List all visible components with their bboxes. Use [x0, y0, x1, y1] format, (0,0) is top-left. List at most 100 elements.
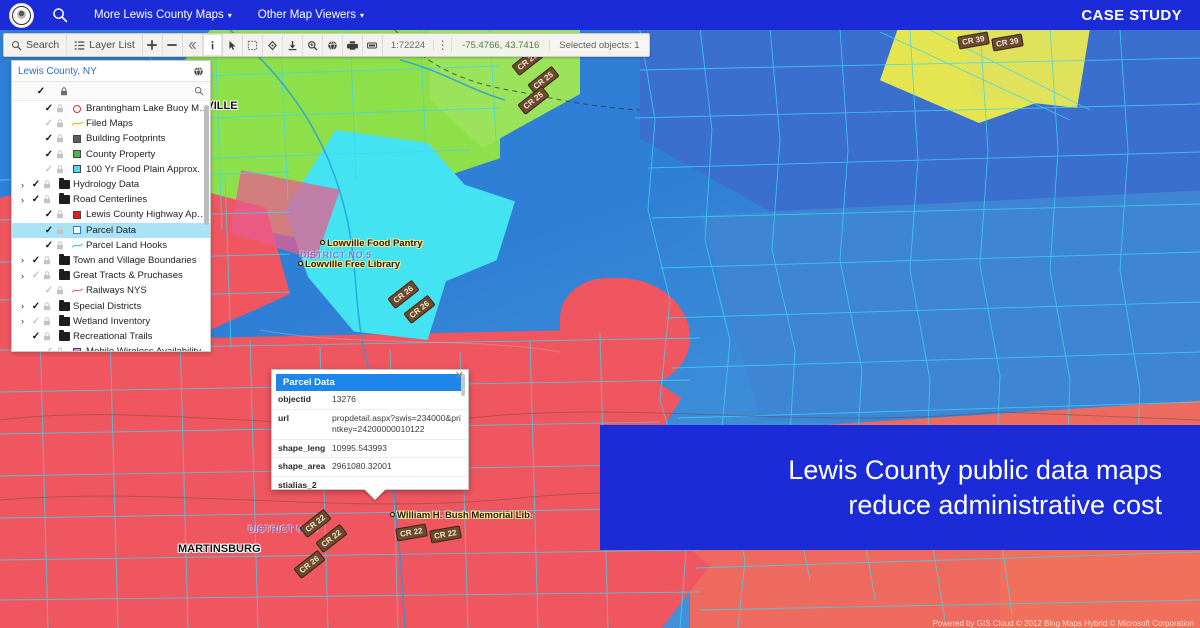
lock-icon[interactable] — [56, 286, 70, 295]
popup-attribute-key: url — [278, 412, 289, 423]
layer-symbol-icon — [70, 226, 84, 235]
layer-visibility-checkbox[interactable]: ✓ — [29, 255, 43, 266]
layer-symbol-icon — [57, 269, 71, 281]
toggle-all-layers-checkbox[interactable]: ✓ — [34, 86, 48, 97]
bookmark-icon[interactable] — [363, 34, 383, 56]
layer-row[interactable]: ✓ Building Footprints — [12, 131, 210, 146]
magnifier-icon[interactable] — [303, 34, 323, 56]
layer-visibility-checkbox[interactable]: ✓ — [42, 103, 56, 114]
county-seal-logo-icon[interactable] — [9, 2, 34, 28]
layer-symbol-icon — [57, 193, 71, 205]
lock-all-layers-icon[interactable] — [60, 86, 74, 96]
popup-attribute-row: shape_leng 10995.543993 — [272, 440, 468, 459]
lock-icon[interactable] — [56, 134, 70, 143]
layer-visibility-checkbox[interactable]: ✓ — [29, 316, 43, 327]
layer-visibility-checkbox[interactable]: ✓ — [42, 240, 56, 251]
popup-attribute-table[interactable]: objectid 13276 url propdetail.aspx?swis=234… — [272, 391, 468, 489]
zoom-in-plus-icon[interactable] — [143, 34, 163, 56]
selected-objects-count: Selected objects: 1 — [550, 39, 649, 51]
search-layers-icon[interactable] — [194, 86, 204, 96]
layer-list[interactable]: ✓ Brantingham Lake Buoy Markers ✓ Filed Map… — [12, 101, 210, 351]
layer-row[interactable]: ✓ 100 Yr Flood Plain Approx. — [12, 162, 210, 177]
nav-item-label: Other Map Viewers — [257, 9, 356, 21]
globe-icon[interactable] — [193, 66, 204, 77]
layer-row[interactable]: › ✓ Great Tracts & Pruchases — [12, 268, 210, 283]
layer-row[interactable]: ✓ County Property — [12, 147, 210, 162]
lock-icon[interactable] — [43, 317, 57, 326]
marquee-select-icon[interactable] — [243, 34, 263, 56]
layer-row[interactable]: › ✓ Road Centerlines — [12, 192, 210, 207]
layer-name-label: Building Footprints — [86, 133, 166, 145]
chevron-right-icon[interactable]: › — [16, 301, 29, 311]
popup-attribute-key: shape_area — [278, 461, 326, 472]
lock-icon[interactable] — [56, 347, 70, 351]
layer-list-panel[interactable]: Lewis County, NY ✓ ✓ Brantingham Lake Buo… — [11, 60, 211, 352]
layer-list-scrollbar[interactable] — [204, 105, 209, 225]
lock-icon[interactable] — [43, 301, 57, 311]
layer-visibility-checkbox[interactable]: ✓ — [29, 194, 43, 205]
layer-row[interactable]: › ✓ Town and Village Boundaries — [12, 253, 210, 268]
lock-icon[interactable] — [43, 195, 57, 204]
layer-row[interactable]: ✓ Mobile Wireless Availability — [12, 344, 210, 351]
layer-visibility-checkbox[interactable]: ✓ — [29, 331, 43, 342]
lock-icon[interactable] — [56, 104, 70, 113]
layer-row[interactable]: ✓ Brantingham Lake Buoy Markers — [12, 101, 210, 116]
layer-visibility-checkbox[interactable]: ✓ — [29, 270, 43, 281]
layer-symbol-icon — [70, 242, 84, 249]
toolbar-overflow-menu[interactable]: ⋮ — [434, 38, 453, 52]
lock-icon[interactable] — [43, 256, 57, 265]
lock-icon[interactable] — [43, 332, 57, 341]
popup-scrollbar[interactable] — [461, 374, 465, 396]
toolbar-layer-list-button[interactable]: Layer List — [67, 34, 143, 56]
measure-diamond-icon[interactable] — [263, 34, 283, 56]
layer-row[interactable]: › ✓ Special Districts — [12, 298, 210, 313]
toolbar-search-label: Search — [26, 39, 60, 51]
layer-row[interactable]: ✓ Railways NYS — [12, 283, 210, 298]
layer-visibility-checkbox[interactable]: ✓ — [42, 225, 56, 236]
layer-visibility-checkbox[interactable]: ✓ — [42, 149, 56, 160]
zoom-out-minus-icon[interactable] — [163, 34, 183, 56]
layer-row[interactable]: ✓ Recreational Trails — [12, 329, 210, 344]
layer-row[interactable]: › ✓ Hydrology Data — [12, 177, 210, 192]
lock-icon[interactable] — [56, 165, 70, 174]
feature-info-popup[interactable]: ✕ Parcel Data objectid 13276 url propdetail… — [271, 369, 469, 500]
nav-item-more-lewis-county-maps[interactable]: More Lewis County Maps ▾ — [94, 9, 232, 21]
layer-visibility-checkbox[interactable]: ✓ — [42, 346, 56, 351]
layer-visibility-checkbox[interactable]: ✓ — [29, 301, 43, 312]
layer-row[interactable]: › ✓ Wetland Inventory — [12, 314, 210, 329]
layer-visibility-checkbox[interactable]: ✓ — [42, 209, 56, 220]
layer-visibility-checkbox[interactable]: ✓ — [42, 164, 56, 175]
toolbar-search-button[interactable]: Search — [4, 34, 68, 56]
chevron-right-icon[interactable]: › — [16, 271, 29, 281]
layer-row[interactable]: ✓ Lewis County Highway Appropriations — [12, 207, 210, 222]
chevron-right-icon[interactable]: › — [16, 180, 29, 190]
layer-visibility-checkbox[interactable]: ✓ — [42, 118, 56, 129]
collapse-left-icon[interactable] — [183, 34, 203, 56]
lock-icon[interactable] — [56, 241, 70, 250]
lock-icon[interactable] — [43, 180, 57, 189]
layer-name-label: Filed Maps — [86, 118, 133, 130]
lock-icon[interactable] — [43, 271, 57, 280]
layer-row[interactable]: ✓ Parcel Data — [12, 222, 210, 238]
lock-icon[interactable] — [56, 119, 70, 128]
chevron-right-icon[interactable]: › — [16, 316, 29, 326]
layer-symbol-icon — [57, 329, 71, 341]
chevron-right-icon[interactable]: › — [16, 255, 29, 265]
layer-row[interactable]: ✓ Parcel Land Hooks — [12, 238, 210, 253]
chevron-right-icon[interactable]: › — [16, 195, 29, 205]
caption-banner: Lewis County public data maps reduce adm… — [600, 425, 1200, 550]
lock-icon[interactable] — [56, 149, 70, 159]
lock-icon[interactable] — [56, 210, 70, 219]
layer-visibility-checkbox[interactable]: ✓ — [42, 133, 56, 144]
layer-visibility-checkbox[interactable]: ✓ — [29, 179, 43, 190]
nav-item-other-map-viewers[interactable]: Other Map Viewers ▾ — [258, 9, 364, 21]
layer-visibility-checkbox[interactable]: ✓ — [42, 285, 56, 296]
site-search-icon[interactable] — [52, 7, 68, 23]
lock-icon[interactable] — [56, 225, 70, 235]
print-icon[interactable] — [343, 34, 363, 56]
layer-row[interactable]: ✓ Filed Maps — [12, 116, 210, 131]
pointer-select-icon[interactable] — [223, 34, 243, 56]
download-icon[interactable] — [283, 34, 303, 56]
globe-icon[interactable] — [323, 34, 343, 56]
info-identify-icon[interactable] — [202, 34, 223, 56]
